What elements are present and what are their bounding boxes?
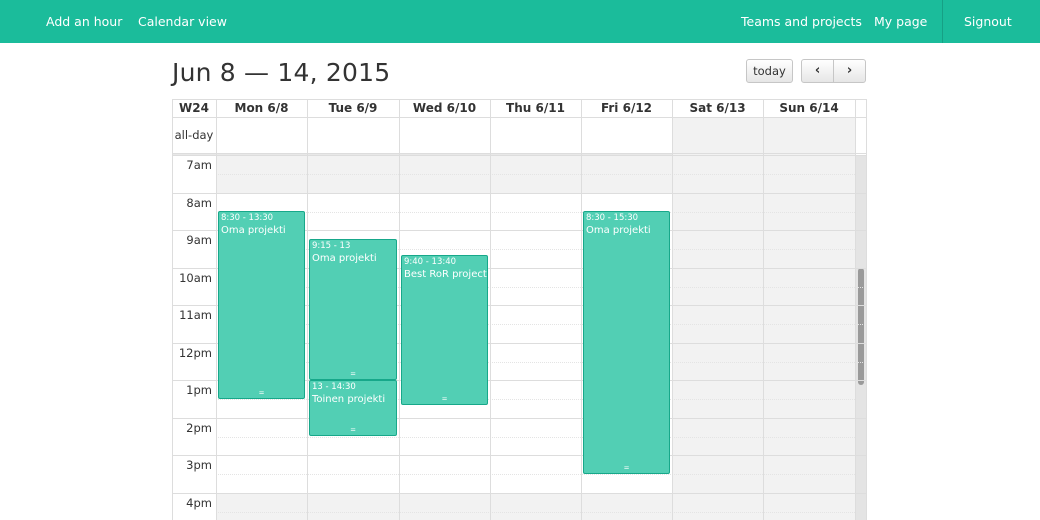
half-hour-line	[216, 174, 867, 175]
event-title: Best RoR project	[404, 269, 487, 280]
event-time: 8:30 - 13:30	[221, 213, 274, 223]
calendar-title: Jun 8 — 14, 2015	[172, 58, 391, 87]
hour-label: 4pm	[186, 496, 212, 510]
nav-add-hour-link[interactable]: Add an hour	[46, 0, 122, 43]
nav-my-page-link[interactable]: My page	[874, 0, 927, 43]
event-time: 9:40 - 13:40	[404, 257, 457, 267]
event-title: Toinen projekti	[312, 394, 386, 405]
event-resize-handle[interactable]: =	[219, 390, 304, 397]
day-column-border	[490, 99, 491, 520]
day-header: Mon 6/8	[234, 101, 289, 115]
event-title: Oma projekti	[586, 225, 651, 236]
day-header: Fri 6/12	[600, 101, 653, 115]
calendar-event[interactable]: 9:15 - 13 Oma projekti =	[309, 239, 397, 380]
event-time: 9:15 - 13	[312, 241, 351, 251]
hour-label: 8am	[186, 196, 212, 210]
week-number: W24	[179, 101, 209, 115]
event-resize-handle[interactable]: =	[310, 427, 396, 434]
event-resize-handle[interactable]: =	[584, 465, 669, 472]
today-button[interactable]: today	[746, 59, 793, 83]
event-time: 13 - 14:30	[312, 382, 356, 392]
hour-label: 3pm	[186, 458, 212, 472]
calendar-grid: W24 all-day Mon 6/8 Tue 6/9 Wed 6/10 Thu 6/…	[172, 99, 867, 520]
calendar-event[interactable]: 8:30 - 15:30 Oma projekti =	[583, 211, 670, 474]
calendar-event[interactable]: 8:30 - 13:30 Oma projekti =	[218, 211, 305, 399]
hour-label: 10am	[179, 271, 212, 285]
nav-divider	[942, 0, 943, 43]
day-column-border	[307, 99, 308, 520]
day-column-border	[581, 99, 582, 520]
calendar-event[interactable]: 13 - 14:30 Toinen projekti =	[309, 380, 397, 436]
event-title: Oma projekti	[312, 253, 377, 264]
hour-label: 9am	[186, 233, 212, 247]
hour-label: 11am	[179, 308, 212, 322]
nav-teams-projects-link[interactable]: Teams and projects	[741, 0, 862, 43]
day-header: Sat 6/13	[689, 101, 746, 115]
event-resize-handle[interactable]: =	[402, 396, 487, 403]
nav-calendar-view-link[interactable]: Calendar view	[138, 0, 227, 43]
day-header: Thu 6/11	[506, 101, 565, 115]
allday-label: all-day	[174, 128, 214, 142]
hour-label: 2pm	[186, 421, 212, 435]
event-title: Oma projekti	[221, 225, 286, 236]
day-header: Tue 6/9	[328, 101, 378, 115]
prev-week-button[interactable]: ‹	[801, 59, 834, 83]
calendar-event[interactable]: 9:40 - 13:40 Best RoR project =	[401, 255, 488, 405]
day-column-border	[763, 99, 764, 520]
hour-label: 1pm	[186, 383, 212, 397]
grid-right-border	[866, 99, 867, 520]
day-column-border	[855, 99, 856, 520]
time-column-border	[216, 99, 217, 520]
week-calendar: W24 all-day Mon 6/8 Tue 6/9 Wed 6/10 Thu 6/…	[172, 99, 867, 520]
day-header: Wed 6/10	[412, 101, 477, 115]
next-week-button[interactable]: ›	[833, 59, 866, 83]
half-hour-line	[216, 212, 867, 213]
day-column-border	[399, 99, 400, 520]
half-hour-line	[216, 512, 867, 513]
half-hour-line	[216, 474, 867, 475]
nav-signout-link[interactable]: Signout	[964, 0, 1012, 43]
top-navbar: Add an hour Calendar view Teams and proj…	[0, 0, 1040, 43]
event-resize-handle[interactable]: =	[310, 371, 396, 378]
half-hour-line	[216, 437, 867, 438]
event-time: 8:30 - 15:30	[586, 213, 639, 223]
hour-label: 12pm	[178, 346, 212, 360]
day-column-border	[672, 99, 673, 520]
late-hours-shade	[216, 492, 672, 520]
scrollbar-thumb[interactable]	[858, 268, 864, 385]
hour-label: 7am	[186, 158, 212, 172]
day-header: Sun 6/14	[779, 101, 839, 115]
